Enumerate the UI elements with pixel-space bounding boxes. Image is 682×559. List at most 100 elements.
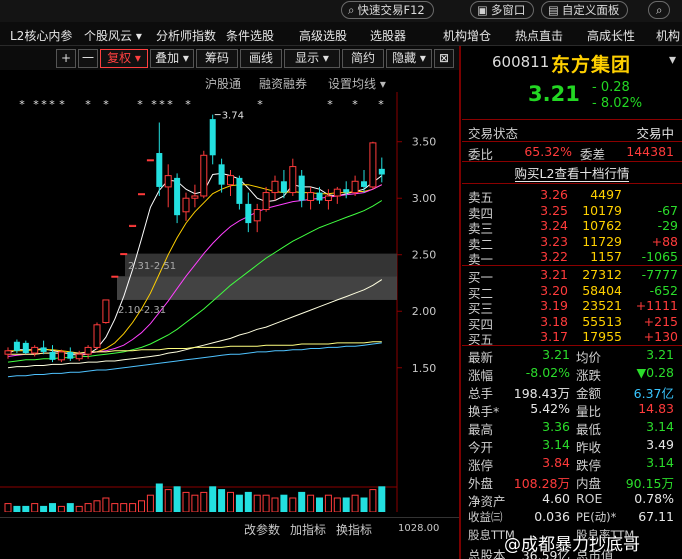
custom-panel-button[interactable]: ▤ 自定义面板 xyxy=(541,1,629,19)
event-star-icon: * xyxy=(378,98,384,111)
volume-bar xyxy=(253,494,261,512)
order-price[interactable]: 3.23 xyxy=(524,234,568,249)
buy-l2-link[interactable]: 购买L2查看十档行情 xyxy=(462,163,682,183)
event-star-icon: * xyxy=(257,98,263,111)
order-price[interactable]: 3.18 xyxy=(524,314,568,329)
stat-value: 6.37亿 xyxy=(633,386,674,401)
order-price[interactable]: 3.20 xyxy=(524,283,568,298)
order-price[interactable]: 3.26 xyxy=(524,187,568,202)
stat-label: 净资产 xyxy=(468,494,506,509)
order-price[interactable]: 3.25 xyxy=(524,203,568,218)
stat-value: 3.21 xyxy=(646,347,674,362)
order-volume: 1157 xyxy=(590,249,622,264)
volume-bar xyxy=(164,489,172,512)
candle-body xyxy=(227,175,234,186)
candle-body xyxy=(102,299,110,324)
top-bar: ⌕ 快速交易F12 ▣ 多窗口 ▤ 自定义面板 ⌕ xyxy=(0,0,682,22)
order-price[interactable]: 3.22 xyxy=(524,249,568,264)
switch-indicator-button[interactable]: 换指标 xyxy=(336,521,372,538)
order-volume: 4497 xyxy=(590,187,622,202)
event-star-icon: * xyxy=(19,98,25,111)
last-price: 3.21 xyxy=(528,82,580,106)
menu-institution[interactable]: 机构 xyxy=(656,27,680,44)
candle-body xyxy=(67,351,74,359)
candle-body xyxy=(343,189,350,193)
order-delta: -1065 xyxy=(641,249,678,264)
stat-value: ▼0.28 xyxy=(636,365,674,380)
volume-bar xyxy=(227,491,234,512)
candle-body xyxy=(218,164,225,185)
order-price[interactable]: 3.21 xyxy=(524,267,568,282)
candle-body xyxy=(333,188,341,197)
fuquan-button[interactable]: 复权 ▾ xyxy=(100,49,148,68)
zoom-out-button[interactable]: 一 xyxy=(78,49,98,68)
tab-set-ma[interactable]: 设置均线 ▾ xyxy=(328,75,386,92)
draw-line-button[interactable]: 画线 xyxy=(240,49,282,68)
stat-label: 涨幅 xyxy=(468,368,494,383)
volume-bar xyxy=(66,503,74,512)
add-indicator-button[interactable]: 加指标 xyxy=(290,521,326,538)
volume-bar xyxy=(49,503,56,512)
event-star-icon: * xyxy=(137,98,143,111)
volume-bar xyxy=(298,491,306,512)
order-price[interactable]: 3.17 xyxy=(524,329,568,344)
menu-l2-core[interactable]: L2核心内参 xyxy=(10,27,72,44)
order-price[interactable]: 3.19 xyxy=(524,298,568,313)
chips-button[interactable]: 筹码 xyxy=(196,49,238,68)
menu-stock-news[interactable]: 个股风云 ▾ xyxy=(84,27,142,44)
volume-bar xyxy=(57,505,65,512)
candle-body xyxy=(57,351,65,361)
menu-advanced-select[interactable]: 高级选股 xyxy=(299,27,347,44)
multi-window-button[interactable]: ▣ 多窗口 xyxy=(470,1,535,19)
volume-bar xyxy=(262,494,270,512)
candle-body xyxy=(174,177,181,216)
volume-bar xyxy=(155,483,163,512)
close-icon[interactable]: ⊠ xyxy=(434,49,454,68)
tab-margin-trading[interactable]: 融资融券 xyxy=(259,75,307,92)
menu-hot-spot[interactable]: 热点直击 xyxy=(515,27,563,44)
status-label: 交易状态 xyxy=(468,126,519,141)
order-price[interactable]: 3.24 xyxy=(524,218,568,233)
zoom-in-button[interactable]: + xyxy=(56,49,76,68)
quote-panel: 600811 东方集团 ▾ 3.21 - 0.28 - 8.02% 交易状态 交… xyxy=(462,46,682,559)
candlestick-chart[interactable]: 3.503.002.502.001.50* * * * * * * * * * * * * * * *3.74… xyxy=(0,92,460,512)
event-star-icon: * xyxy=(85,98,91,111)
gap-annotation: 2.10-2.31 xyxy=(118,305,166,316)
divider-line xyxy=(462,183,682,184)
event-star-icon: * xyxy=(151,98,157,111)
stat-value: 3.14 xyxy=(542,437,570,452)
order-delta: -29 xyxy=(657,218,678,233)
menu-high-growth[interactable]: 高成长性 xyxy=(587,27,635,44)
menu-institution-increase[interactable]: 机构增仓 xyxy=(443,27,491,44)
volume-bar xyxy=(307,494,315,512)
hide-button[interactable]: 隐藏 ▾ xyxy=(386,49,432,68)
tab-shanghai-connect[interactable]: 沪股通 xyxy=(205,75,241,92)
change-params-button[interactable]: 改参数 xyxy=(244,521,280,538)
menu-analyst-index[interactable]: 分析师指数 xyxy=(156,27,216,44)
volume-bar xyxy=(351,494,359,512)
candle-body xyxy=(182,197,190,213)
search-button[interactable]: ⌕ xyxy=(648,1,671,19)
stat-value: 3.14 xyxy=(646,455,674,470)
volume-bar xyxy=(324,494,332,512)
volume-bar xyxy=(218,489,226,512)
stat-label: 涨停 xyxy=(468,458,494,473)
stat-value: 108.28万 xyxy=(513,476,570,491)
volume-bar xyxy=(182,491,190,512)
order-volume: 10179 xyxy=(582,202,622,218)
overlay-button[interactable]: 叠加 ▾ xyxy=(150,49,194,68)
quick-trade-button[interactable]: ⌕ 快速交易F12 xyxy=(341,1,434,19)
stat-value: 0.78% xyxy=(634,491,674,506)
event-star-icon: * xyxy=(103,98,109,111)
dropdown-icon[interactable]: ▾ xyxy=(669,52,676,68)
stat-label: 最新 xyxy=(468,350,494,365)
menu-stock-picker[interactable]: 选股器 xyxy=(370,27,406,44)
stat-label: 跌停 xyxy=(576,458,602,473)
search-icon: ⌕ xyxy=(348,3,355,17)
price-change-pct: - 8.02% xyxy=(592,96,643,111)
menu-condition-select[interactable]: 条件选股 xyxy=(226,27,274,44)
display-button[interactable]: 显示 ▾ xyxy=(284,49,340,68)
simple-button[interactable]: 简约 xyxy=(342,49,384,68)
volume-bar xyxy=(93,500,101,512)
stat-value: 198.43万 xyxy=(513,386,570,401)
